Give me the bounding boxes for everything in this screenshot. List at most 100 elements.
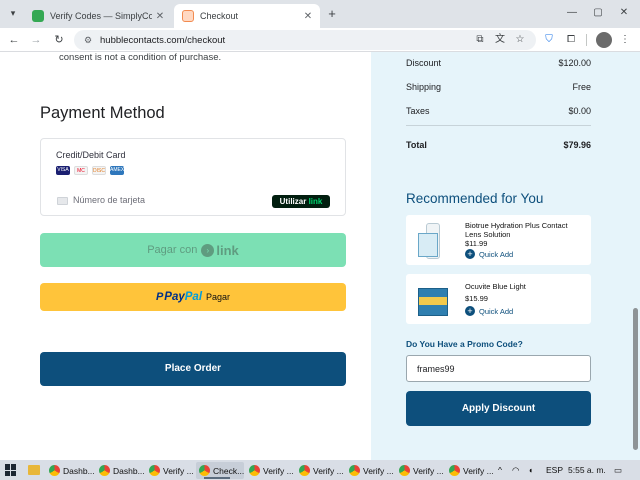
chrome-icon: [399, 465, 410, 476]
close-window-button[interactable]: ✕: [612, 4, 636, 22]
summary-label: Shipping: [406, 82, 442, 92]
checkout-page: consent is not a condition of purchase. …: [0, 52, 640, 460]
taskbar-app-button[interactable]: Dashb...: [96, 462, 145, 479]
promo-code-input[interactable]: [406, 355, 591, 382]
recommended-item: Ocuvite Blue Light $15.99 + Quick Add: [406, 274, 591, 324]
link-arrow-icon: ›: [201, 243, 215, 257]
product-price: $15.99: [465, 294, 488, 303]
taskbar-app-button[interactable]: Verify ...: [146, 462, 194, 479]
card-label: Credit/Debit Card: [56, 150, 126, 160]
paypal-label: Pagar: [206, 292, 231, 302]
taskbar-app-button[interactable]: Verify ...: [396, 462, 444, 479]
quick-add-button[interactable]: + Quick Add: [465, 306, 513, 316]
tab-strip: ▾ Verify Codes — SimplyCodes ✕ Checkout …: [0, 0, 640, 28]
summary-divider: [406, 125, 591, 126]
quick-add-label: Quick Add: [479, 249, 514, 259]
site-info-icon[interactable]: ⚙: [80, 35, 96, 46]
close-tab-icon[interactable]: ✕: [300, 11, 316, 22]
reload-button[interactable]: ↻: [50, 31, 68, 49]
product-image: [418, 223, 448, 259]
summary-row-taxes: Taxes $0.00: [406, 106, 591, 116]
discover-icon: DISC: [92, 166, 106, 175]
quick-add-button[interactable]: + Quick Add: [465, 249, 513, 259]
payment-method-title: Payment Method: [40, 104, 165, 122]
taskbar-app-button[interactable]: Verify ...: [346, 462, 394, 479]
tab-checkout[interactable]: Checkout ✕: [174, 4, 320, 28]
back-button[interactable]: ←: [5, 31, 23, 49]
taskbar-app-button[interactable]: Dashb...: [46, 462, 95, 479]
taskbar-app-button[interactable]: Verify ...: [296, 462, 344, 479]
product-name: Ocuvite Blue Light: [465, 282, 526, 291]
use-link-button[interactable]: Utilizar link: [272, 195, 330, 208]
box-shape: [418, 233, 438, 257]
taskbar-app-label: Dashb...: [113, 465, 145, 476]
plus-icon: +: [465, 306, 475, 316]
tab-search-icon[interactable]: ▾: [6, 6, 20, 20]
language-indicator[interactable]: ESP: [546, 462, 563, 479]
summary-row-total: Total $79.96: [406, 140, 591, 150]
summary-row-discount: Discount $120.00: [406, 58, 591, 68]
volume-icon[interactable]: ◖: [528, 462, 533, 479]
browser-toolbar: ← → ↻ ⚙ hubblecontacts.com/checkout ⧉ 文 …: [0, 28, 640, 52]
summary-label: Taxes: [406, 106, 430, 116]
summary-row-shipping: Shipping Free: [406, 82, 591, 92]
card-payment-box[interactable]: Credit/Debit Card VISA MC DISC AMEX Núme…: [40, 138, 346, 216]
chrome-icon: [199, 465, 210, 476]
maximize-button[interactable]: ▢: [586, 4, 610, 22]
bookmark-star-icon[interactable]: ☆: [512, 30, 528, 50]
link-badge-word: link: [308, 197, 323, 206]
shield-extension-icon[interactable]: ⛉: [540, 31, 558, 49]
card-number-field[interactable]: Número de tarjeta: [73, 195, 145, 205]
taskbar-app-label: Check...: [213, 465, 245, 476]
box-shape: [418, 288, 448, 316]
taskbar-app-button[interactable]: Check...: [196, 462, 244, 479]
chrome-icon: [99, 465, 110, 476]
chrome-icon: [49, 465, 60, 476]
taskbar-app-label: Verify ...: [463, 465, 494, 476]
link-badge-prefix: Utilizar: [279, 197, 307, 206]
taskbar-app-label: Dashb...: [63, 465, 95, 476]
taskbar-app-button[interactable]: Verify ...: [246, 462, 294, 479]
tab-verify-codes[interactable]: Verify Codes — SimplyCodes ✕: [24, 4, 172, 28]
translate-icon[interactable]: 文: [492, 30, 508, 50]
hidden-icons-caret-icon[interactable]: ^: [498, 462, 502, 479]
box-band-shape: [419, 297, 447, 305]
more-menu-icon[interactable]: ⋮: [616, 31, 634, 49]
amex-icon: AMEX: [110, 166, 125, 175]
product-price: $11.99: [465, 239, 488, 248]
scrollbar-thumb[interactable]: [633, 308, 638, 450]
taskbar-app-label: Verify ...: [163, 465, 194, 476]
paypal-logo-pay: Pay: [164, 291, 185, 303]
place-order-button[interactable]: Place Order: [40, 352, 346, 386]
install-app-icon[interactable]: ⧉: [472, 30, 488, 50]
paypal-button[interactable]: P Pay Pal Pagar: [40, 283, 346, 311]
total-value: $79.96: [563, 140, 591, 150]
taskbar-app-label: Verify ...: [363, 465, 394, 476]
minimize-button[interactable]: —: [560, 4, 584, 22]
close-tab-icon[interactable]: ✕: [152, 11, 168, 22]
pay-with-link-button[interactable]: Pagar con › link: [40, 233, 346, 267]
taskbar: Dashb... Dashb... Verify ... Check... Verify…: [0, 460, 640, 480]
quick-add-label: Quick Add: [479, 306, 514, 316]
file-explorer-icon[interactable]: [28, 465, 40, 475]
hubble-favicon-icon: [182, 10, 194, 22]
tab-title: Checkout: [200, 11, 239, 21]
start-menu-icon[interactable]: [5, 464, 17, 476]
profile-avatar[interactable]: [596, 32, 612, 48]
clock[interactable]: 5:55 a. m.: [568, 462, 606, 479]
summary-value: $0.00: [568, 106, 591, 116]
extensions-icon[interactable]: ⧠: [562, 31, 580, 49]
card-logos: VISA MC DISC AMEX: [56, 166, 124, 175]
new-tab-button[interactable]: +: [324, 6, 340, 22]
address-bar[interactable]: ⚙ hubblecontacts.com/checkout ⧉ 文 ☆: [74, 30, 536, 50]
forward-button[interactable]: →: [27, 31, 45, 49]
taskbar-app-button[interactable]: Verify ...: [446, 462, 494, 479]
recommended-item: Biotrue Hydration Plus Contact Lens Solu…: [406, 215, 591, 265]
notifications-icon[interactable]: ▭: [614, 462, 622, 479]
promo-code-label: Do You Have a Promo Code?: [406, 339, 523, 349]
summary-value: $120.00: [558, 58, 591, 68]
visa-icon: VISA: [56, 166, 70, 175]
apply-discount-button[interactable]: Apply Discount: [406, 391, 591, 426]
total-label: Total: [406, 140, 427, 150]
wifi-icon[interactable]: ◠: [512, 462, 519, 479]
